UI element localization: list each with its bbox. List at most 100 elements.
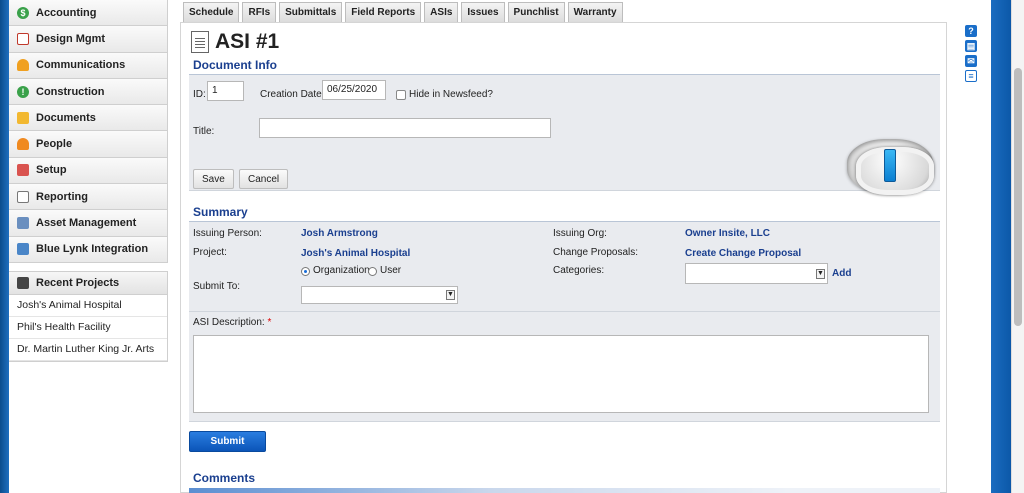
sidebar-item-label: Construction bbox=[36, 85, 105, 98]
radio-user[interactable] bbox=[368, 267, 377, 276]
document-icon[interactable]: ≡ bbox=[965, 70, 977, 82]
recent-project-item[interactable]: Phil's Health Facility bbox=[9, 317, 167, 339]
add-category-link[interactable]: Add bbox=[832, 268, 851, 279]
right-frame bbox=[991, 0, 1011, 493]
creation-date-input[interactable]: 06/25/2020 bbox=[322, 80, 386, 100]
sidebar-item-label: Documents bbox=[36, 111, 96, 124]
creation-date-label: Creation Date: bbox=[260, 89, 325, 100]
page-title: ASI #1 bbox=[191, 30, 279, 54]
tab-warranty[interactable]: Warranty bbox=[567, 2, 623, 22]
hide-newsfeed-label: Hide in Newsfeed? bbox=[409, 89, 493, 100]
sidebar-item-label: Reporting bbox=[36, 190, 88, 203]
recent-projects-list: Josh's Animal Hospital Phil's Health Fac… bbox=[9, 294, 168, 362]
sidebar-item-label: Blue Lynk Integration bbox=[36, 243, 149, 256]
sidebar-item-label: Accounting bbox=[36, 6, 97, 19]
asi-description-label: ASI Description: * bbox=[193, 317, 271, 328]
submit-to-select[interactable]: ▼ bbox=[301, 286, 458, 304]
tab-punchlist[interactable]: Punchlist bbox=[507, 2, 565, 22]
recent-project-item[interactable]: Dr. Martin Luther King Jr. Arts bbox=[9, 339, 167, 361]
sidebar-item-label: Design Mgmt bbox=[36, 32, 106, 45]
categories-select[interactable]: ▼ bbox=[685, 263, 828, 284]
sidebar-item-construction[interactable]: ! Construction bbox=[9, 78, 168, 106]
logo-phone-icon bbox=[884, 149, 896, 182]
email-icon[interactable]: ✉ bbox=[965, 55, 977, 67]
setup-icon bbox=[17, 164, 29, 177]
sidebar-item-label: Communications bbox=[36, 59, 126, 72]
hide-newsfeed-checkbox[interactable] bbox=[396, 90, 406, 100]
construction-icon: ! bbox=[17, 85, 29, 98]
issuing-org-label: Issuing Org: bbox=[553, 228, 607, 239]
recent-projects-icon bbox=[17, 276, 29, 289]
title-label: Title: bbox=[193, 126, 215, 137]
comments-header-bar bbox=[189, 488, 940, 493]
asi-description-textarea[interactable] bbox=[193, 335, 929, 413]
recent-projects-header: Recent Projects bbox=[9, 270, 168, 295]
tab-issues[interactable]: Issues bbox=[461, 2, 505, 22]
change-proposals-label: Change Proposals: bbox=[553, 247, 639, 258]
reporting-icon bbox=[17, 190, 29, 203]
chevron-down-icon: ▼ bbox=[816, 269, 825, 279]
sidebar-item-communications[interactable]: Communications bbox=[9, 52, 168, 79]
radio-user-label: User bbox=[380, 265, 402, 276]
cancel-button[interactable]: Cancel bbox=[239, 169, 289, 189]
sidebar-item-label: Asset Management bbox=[36, 217, 137, 230]
design-icon bbox=[17, 32, 29, 45]
id-input[interactable]: 1 bbox=[207, 81, 244, 101]
tab-rfis[interactable]: RFIs bbox=[242, 2, 277, 22]
scrollbar-thumb[interactable] bbox=[1014, 68, 1022, 326]
action-icons: ? ▤ ✉ ≡ bbox=[965, 25, 977, 85]
required-mark: * bbox=[267, 317, 272, 328]
sidebar-item-label: Setup bbox=[36, 164, 67, 177]
issuing-person-link[interactable]: Josh Armstrong bbox=[301, 228, 378, 239]
submit-to-label: Submit To: bbox=[193, 281, 241, 292]
asi-description-box: ASI Description: * bbox=[189, 312, 940, 422]
communications-icon bbox=[17, 59, 29, 72]
help-icon[interactable]: ? bbox=[965, 25, 977, 37]
folder-icon bbox=[17, 111, 29, 124]
tab-asis[interactable]: ASIs bbox=[424, 2, 459, 22]
document-info-title: Document Info bbox=[193, 58, 277, 72]
asi-description-label-text: ASI Description: bbox=[193, 317, 265, 328]
create-change-proposal-link[interactable]: Create Change Proposal bbox=[685, 248, 801, 259]
recent-project-item[interactable]: Josh's Animal Hospital bbox=[9, 295, 167, 317]
left-frame bbox=[0, 0, 9, 493]
sidebar-item-setup[interactable]: Setup bbox=[9, 157, 168, 185]
comments-title: Comments bbox=[193, 471, 256, 485]
sidebar-item-design-mgmt[interactable]: Design Mgmt bbox=[9, 26, 168, 53]
issuing-org-link[interactable]: Owner Insite, LLC bbox=[685, 228, 770, 239]
module-tabs: Schedule RFIs Submittals Field Reports A… bbox=[183, 2, 626, 22]
radio-organization[interactable] bbox=[301, 267, 310, 276]
project-label: Project: bbox=[193, 247, 227, 258]
document-info-box: ID: 1 Creation Date: 06/25/2020 Hide in … bbox=[189, 75, 940, 195]
tab-schedule[interactable]: Schedule bbox=[183, 2, 240, 22]
submit-button[interactable]: Submit bbox=[189, 431, 266, 452]
radio-organization-label: Organization bbox=[313, 265, 370, 276]
issuing-person-label: Issuing Person: bbox=[193, 228, 262, 239]
app-logo bbox=[847, 139, 934, 195]
accounting-icon: $ bbox=[17, 6, 29, 19]
document-page-icon bbox=[191, 31, 209, 53]
project-link[interactable]: Josh's Animal Hospital bbox=[301, 248, 410, 259]
categories-label: Categories: bbox=[553, 265, 605, 276]
sidebar-item-blue-lynk[interactable]: Blue Lynk Integration bbox=[9, 236, 168, 263]
sidebar-item-documents[interactable]: Documents bbox=[9, 105, 168, 132]
id-label: ID: bbox=[193, 89, 206, 100]
sidebar-item-reporting[interactable]: Reporting bbox=[9, 184, 168, 211]
sidebar-item-accounting[interactable]: $ Accounting bbox=[9, 0, 168, 27]
main-panel: ASI #1 Document Info ID: 1 Creation Date… bbox=[180, 22, 947, 493]
save-button[interactable]: Save bbox=[193, 169, 234, 189]
sidebar-item-label: People bbox=[36, 138, 73, 151]
summary-title: Summary bbox=[193, 205, 248, 219]
integration-icon bbox=[17, 243, 29, 256]
sidebar-item-asset-management[interactable]: Asset Management bbox=[9, 210, 168, 237]
tab-submittals[interactable]: Submittals bbox=[279, 2, 343, 22]
chevron-down-icon: ▼ bbox=[446, 290, 455, 300]
summary-box: Issuing Person: Josh Armstrong Issuing O… bbox=[189, 222, 940, 312]
title-input[interactable] bbox=[259, 118, 551, 138]
sidebar: $ Accounting Design Mgmt Communications !… bbox=[9, 0, 168, 362]
page-title-text: ASI #1 bbox=[215, 30, 280, 53]
tab-field-reports[interactable]: Field Reports bbox=[345, 2, 422, 22]
print-icon[interactable]: ▤ bbox=[965, 40, 977, 52]
sidebar-item-people[interactable]: People bbox=[9, 131, 168, 158]
people-icon bbox=[17, 138, 29, 151]
